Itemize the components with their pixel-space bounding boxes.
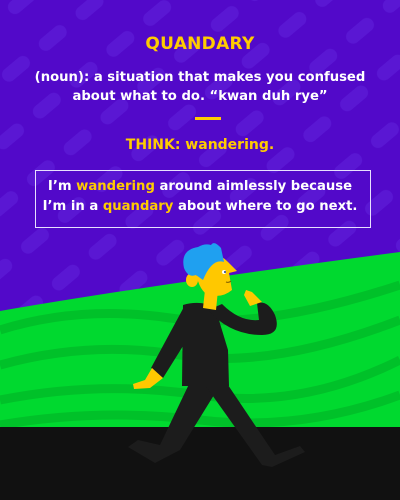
- definition-line-1: (noun): a situation that makes you confu…: [34, 70, 366, 85]
- definition: (noun): a situation that makes you confu…: [0, 68, 400, 106]
- highlight-quandary: quandary: [102, 199, 174, 214]
- think-mnemonic: THINK: wandering.: [125, 137, 275, 153]
- sentence-line-1: I’m wandering around aimlessly because: [0, 177, 400, 197]
- divider-dash: [195, 117, 221, 120]
- word-title: QUANDARY: [145, 34, 255, 54]
- ground: [0, 427, 400, 500]
- highlight-wandering: wandering: [76, 179, 155, 194]
- example-sentence: I’m wandering around aimlessly because I…: [0, 177, 400, 217]
- sentence-text: about where to go next.: [173, 199, 358, 214]
- sentence-text: I’m: [47, 179, 77, 194]
- sentence-text: around aimlessly because: [154, 179, 353, 194]
- sentence-text: I’m in a: [42, 199, 103, 214]
- definition-line-2: about what to do. “kwan duh rye”: [72, 89, 328, 104]
- sentence-line-2: I’m in a quandary about where to go next…: [0, 197, 400, 217]
